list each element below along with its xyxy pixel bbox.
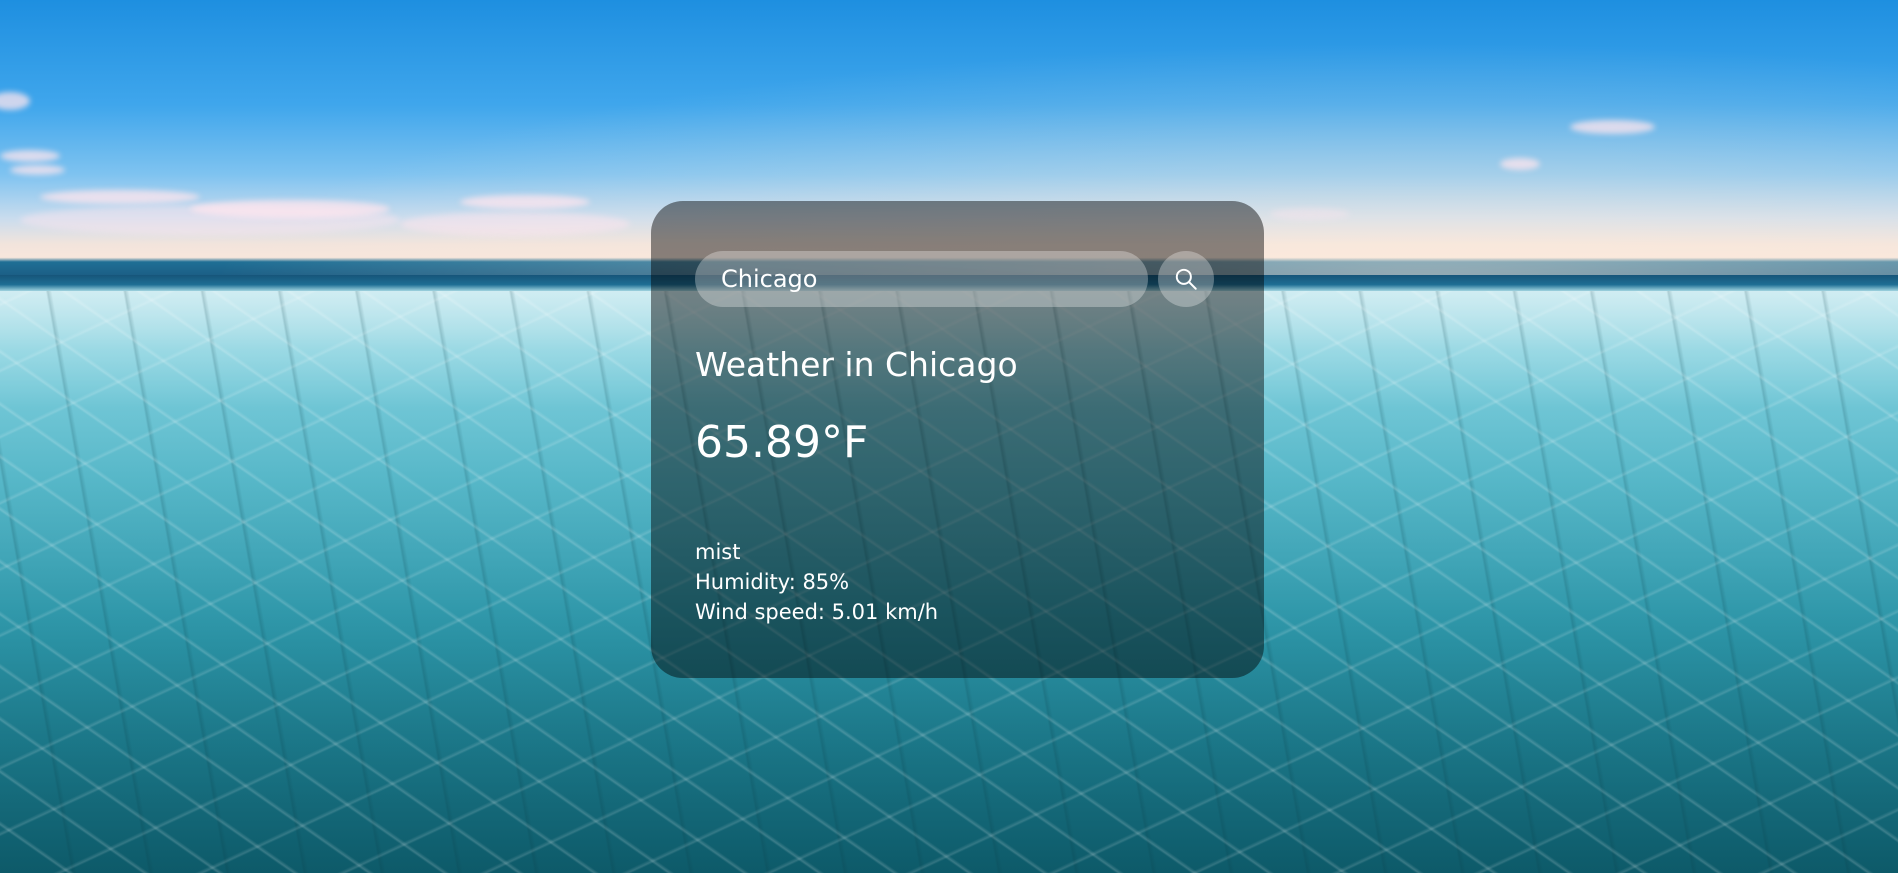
search-icon [1175,268,1197,290]
cloud [1570,120,1655,134]
cloud [10,165,65,175]
weather-details: mist Humidity: 85% Wind speed: 5.01 km/h [695,537,1220,627]
weather-card: Weather in Chicago 65.89°F mist Humidity… [651,201,1264,678]
cloud [1270,208,1350,220]
background-scene: Weather in Chicago 65.89°F mist Humidity… [0,0,1898,873]
humidity: Humidity: 85% [695,569,850,594]
cloud [460,195,590,209]
cloud [40,190,200,204]
wind-speed: Wind speed: 5.01 km/h [695,599,939,624]
city-title: Weather in Chicago [695,345,1018,384]
search-input[interactable] [695,251,1148,307]
search-bar [695,251,1220,307]
temperature: 65.89°F [695,416,869,468]
cloud [400,212,630,236]
search-button[interactable] [1158,251,1214,307]
weather-description: mist [695,539,741,564]
cloud [1500,158,1540,170]
cloud [0,150,60,162]
cloud [190,200,390,218]
